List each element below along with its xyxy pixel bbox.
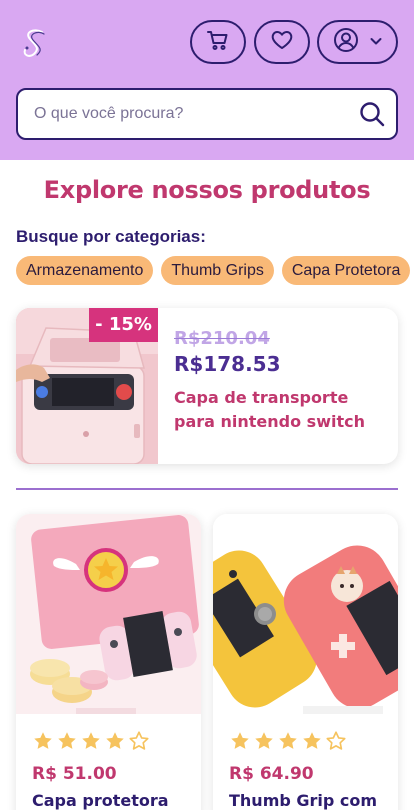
featured-product-card[interactable]: - 15% R$210.04 R$178.53 Capa de transpor… (16, 308, 398, 464)
favorites-button[interactable] (254, 20, 310, 64)
categories-label: Busque por categorias: (16, 227, 206, 246)
category-chips: Armazenamento Thumb Grips Capa Protetora (16, 256, 414, 286)
star-filled-icon (301, 730, 323, 756)
star-filled-icon (253, 730, 275, 756)
product-image (16, 514, 201, 714)
logo-icon[interactable] (18, 26, 52, 60)
star-filled-icon (229, 730, 251, 756)
page: Explore nossos produtos Busque por categ… (0, 0, 414, 810)
heart-icon (270, 28, 294, 56)
star-filled-icon (32, 730, 54, 756)
product-image (213, 514, 398, 714)
star-filled-icon (56, 730, 78, 756)
rating-stars (32, 730, 150, 756)
page-title: Explore nossos produtos (43, 176, 371, 204)
cart-icon (206, 28, 230, 56)
discount-badge: - 15% (89, 308, 158, 342)
account-button[interactable] (317, 20, 398, 64)
featured-product-name: Capa de transporte para nintendo switch (174, 388, 365, 431)
category-chip-capa-protetora[interactable]: Capa Protetora (281, 256, 411, 285)
section-divider (16, 488, 398, 490)
product-price: R$ 51.00 (32, 764, 117, 784)
featured-new-price: R$178.53 (174, 352, 281, 376)
featured-product-image: - 15% (16, 308, 158, 464)
featured-old-price: R$210.04 (174, 328, 270, 349)
search-icon[interactable] (348, 90, 396, 138)
search-input[interactable] (18, 90, 348, 138)
search-bar (16, 88, 398, 140)
star-outline-icon (325, 730, 347, 756)
product-card[interactable]: R$ 64.90 Thumb Grip com (213, 514, 398, 810)
product-name: Thumb Grip com (229, 791, 378, 810)
star-filled-icon (104, 730, 126, 756)
product-card[interactable]: R$ 51.00 Capa protetora (16, 514, 201, 810)
cart-button[interactable] (190, 20, 246, 64)
product-price: R$ 64.90 (229, 764, 314, 784)
header (0, 0, 414, 160)
category-chip-thumb-grips[interactable]: Thumb Grips (161, 256, 274, 285)
star-filled-icon (277, 730, 299, 756)
rating-stars (229, 730, 347, 756)
product-name: Capa protetora (32, 791, 169, 810)
category-chip-armazenamento[interactable]: Armazenamento (16, 256, 154, 285)
user-circle-icon (333, 27, 359, 57)
chevron-down-icon (369, 33, 383, 52)
star-outline-icon (128, 730, 150, 756)
star-filled-icon (80, 730, 102, 756)
